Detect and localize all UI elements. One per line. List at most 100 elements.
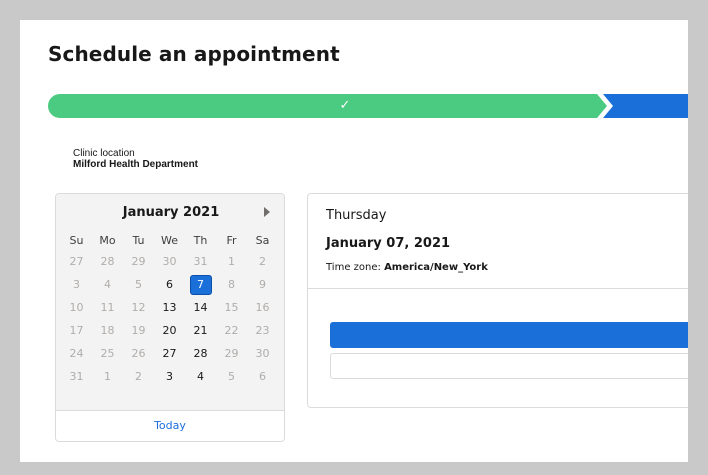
weekday-header: We	[161, 233, 178, 247]
calendar-day[interactable]: 15	[216, 296, 247, 319]
calendar-day-number: 23	[255, 324, 270, 337]
calendar-day[interactable]: 29	[123, 250, 154, 273]
calendar-day-number: 2	[135, 370, 142, 383]
weekday-header: Su	[69, 233, 84, 247]
calendar-day-number: 26	[131, 347, 146, 360]
time-slot-selected[interactable]	[330, 322, 688, 348]
selected-date: January 07, 2021	[326, 236, 451, 251]
calendar-week-row: 10 11 12 13 14 15 16	[61, 296, 278, 319]
calendar-day[interactable]: 3	[154, 365, 185, 388]
calendar-day[interactable]: 2	[123, 365, 154, 388]
calendar-day[interactable]: 11	[92, 296, 123, 319]
calendar-day[interactable]: 31	[61, 365, 92, 388]
calendar-day-number: 6	[166, 278, 173, 291]
calendar-day-number: 18	[100, 324, 115, 337]
selected-weekday: Thursday	[326, 208, 387, 223]
calendar-day-number: 28	[193, 347, 208, 360]
calendar-day-number: 6	[259, 370, 266, 383]
calendar-day-number: 24	[69, 347, 84, 360]
calendar-day-number: 30	[255, 347, 270, 360]
calendar-day[interactable]: 16	[247, 296, 278, 319]
calendar-day-number: 2	[259, 255, 266, 268]
calendar-day[interactable]: 2	[247, 250, 278, 273]
calendar-body: January 2021 Su Mo Tu We Th Fr Sa 27 28 29 30 31 1 2 3…	[56, 194, 284, 410]
next-month-button[interactable]	[260, 204, 274, 220]
month-label: January 2021	[122, 205, 220, 220]
calendar-week-row: 24 25 26 27 28 29 30	[61, 342, 278, 365]
appointment-details: Thursday January 07, 2021 Time zone: Ame…	[307, 193, 688, 408]
calendar-day-number: 14	[193, 301, 208, 314]
calendar-day[interactable]: 14	[185, 296, 216, 319]
calendar-day-number: 7	[189, 274, 212, 295]
today-link[interactable]: Today	[56, 419, 284, 432]
calendar-day[interactable]: 28	[185, 342, 216, 365]
calendar-day[interactable]: 5	[216, 365, 247, 388]
calendar-day[interactable]: 1	[92, 365, 123, 388]
calendar-day[interactable]: 31	[185, 250, 216, 273]
calendar-day[interactable]: 21	[185, 319, 216, 342]
calendar-day[interactable]: 3	[61, 273, 92, 296]
calendar-week-row: 3 4 5 6 7 8 9	[61, 273, 278, 296]
calendar-day[interactable]: 30	[247, 342, 278, 365]
calendar-day-number: 19	[131, 324, 146, 337]
clinic-location-label: Clinic location	[73, 148, 135, 159]
calendar-day[interactable]: 24	[61, 342, 92, 365]
calendar-week-row: 17 18 19 20 21 22 23	[61, 319, 278, 342]
calendar-day[interactable]: 19	[123, 319, 154, 342]
calendar-day[interactable]: 26	[123, 342, 154, 365]
weekday-header-row: Su Mo Tu We Th Fr Sa	[61, 230, 278, 250]
calendar-day[interactable]: 25	[92, 342, 123, 365]
calendar-day[interactable]: 1	[216, 250, 247, 273]
calendar-day[interactable]: 17	[61, 319, 92, 342]
calendar-day[interactable]: 4	[185, 365, 216, 388]
calendar-day[interactable]: 27	[154, 342, 185, 365]
weekday-header: Fr	[226, 233, 237, 247]
calendar-day[interactable]: 27	[61, 250, 92, 273]
calendar-day-number: 30	[162, 255, 177, 268]
calendar-day[interactable]: 28	[92, 250, 123, 273]
details-header: Thursday January 07, 2021 Time zone: Ame…	[308, 194, 688, 289]
appointment-card: Schedule an appointment ✓ Clinic locatio…	[20, 20, 688, 462]
progress-step-current	[603, 94, 688, 118]
calendar-day-number: 5	[228, 370, 235, 383]
calendar-day[interactable]: 6	[247, 365, 278, 388]
calendar-week-row: 27 28 29 30 31 1 2	[61, 250, 278, 273]
date-picker: January 2021 Su Mo Tu We Th Fr Sa 27 28 29 30 31 1 2 3…	[55, 193, 285, 442]
calendar-day-number: 4	[197, 370, 204, 383]
calendar-day[interactable]: 4	[92, 273, 123, 296]
timezone: Time zone: America/New_York	[326, 262, 488, 273]
calendar-day-number: 5	[135, 278, 142, 291]
clinic-location-value: Milford Health Department	[73, 159, 199, 170]
calendar-day-number: 9	[259, 278, 266, 291]
calendar-day-number: 1	[104, 370, 111, 383]
calendar-day[interactable]: 23	[247, 319, 278, 342]
progress-indicator: ✓	[48, 94, 688, 118]
calendar-day[interactable]: 9	[247, 273, 278, 296]
calendar-day[interactable]: 29	[216, 342, 247, 365]
weekday-header: Tu	[132, 233, 145, 247]
calendar-day-number: 1	[228, 255, 235, 268]
calendar-day-number: 27	[69, 255, 84, 268]
calendar-day-number: 13	[162, 301, 177, 314]
calendar-day-number: 28	[100, 255, 115, 268]
calendar-day[interactable]: 6	[154, 273, 185, 296]
time-slot-option[interactable]	[330, 353, 688, 379]
check-icon: ✓	[339, 98, 351, 113]
calendar-day[interactable]: 10	[61, 296, 92, 319]
calendar-day-number: 8	[228, 278, 235, 291]
calendar-day-selected[interactable]: 7	[185, 273, 216, 296]
calendar-header: January 2021	[56, 194, 284, 230]
calendar-day[interactable]: 13	[154, 296, 185, 319]
calendar-day-number: 4	[104, 278, 111, 291]
progress-bar	[48, 94, 688, 118]
calendar-day[interactable]: 22	[216, 319, 247, 342]
calendar-day-number: 31	[69, 370, 84, 383]
calendar-day[interactable]: 5	[123, 273, 154, 296]
calendar-day[interactable]: 20	[154, 319, 185, 342]
calendar-grid: Su Mo Tu We Th Fr Sa 27 28 29 30 31 1 2 3 4 5 6 7 8 9 10 11 12 1…	[61, 230, 278, 388]
calendar-day[interactable]: 12	[123, 296, 154, 319]
calendar-day[interactable]: 18	[92, 319, 123, 342]
calendar-day[interactable]: 30	[154, 250, 185, 273]
calendar-day-number: 16	[255, 301, 270, 314]
calendar-day[interactable]: 8	[216, 273, 247, 296]
